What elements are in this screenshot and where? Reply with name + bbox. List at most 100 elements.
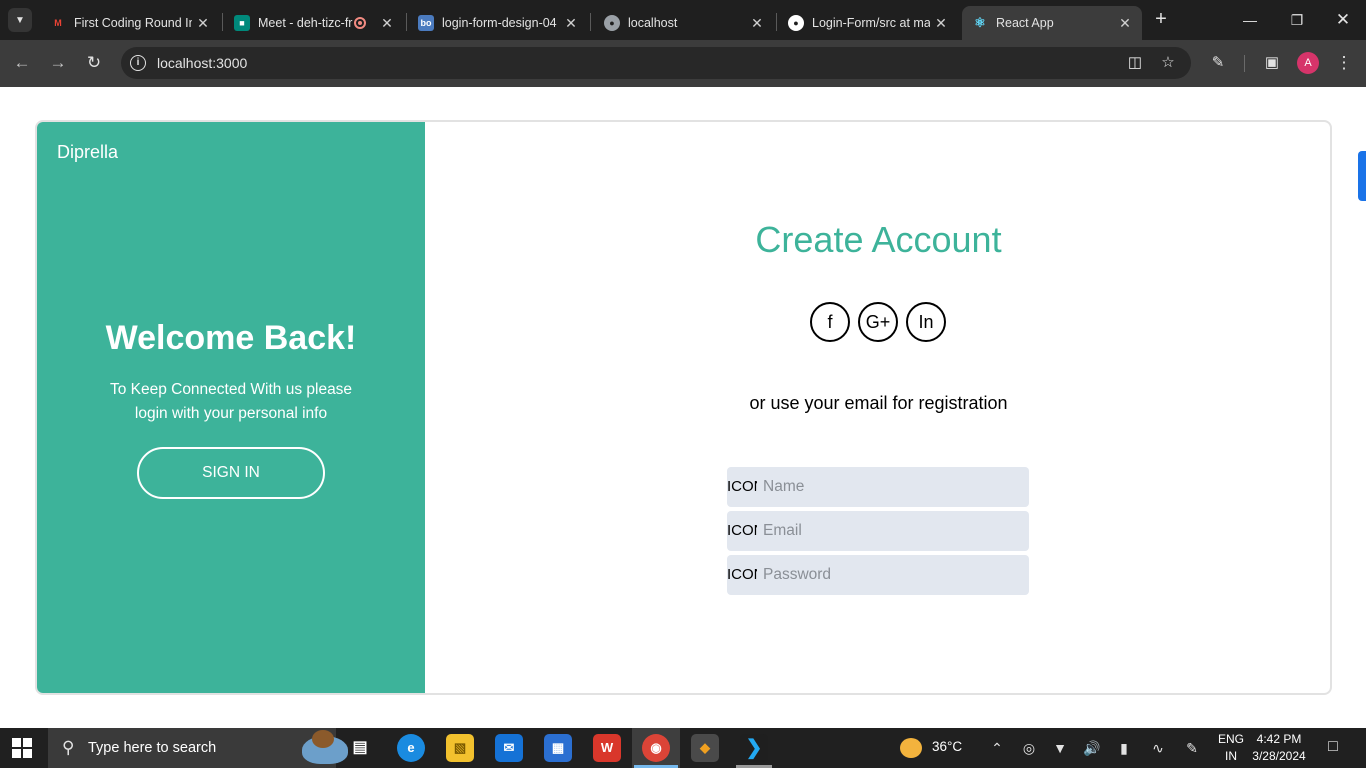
system-clock[interactable]: 4:42 PM 3/28/2024 xyxy=(1246,731,1312,765)
gmail-icon: M xyxy=(54,18,62,28)
language-indicator[interactable]: ENG IN xyxy=(1212,731,1250,765)
email-icon: ICON xyxy=(727,522,757,539)
new-tab-button[interactable]: + xyxy=(1150,8,1172,30)
auth-card: Diprella Welcome Back! To Keep Connected… xyxy=(35,120,1332,695)
browser-toolbar: ← → ↻ i localhost:3000 ◫ ☆ ✎ ▣ A ⋮ xyxy=(0,40,1366,87)
sign-in-button[interactable]: SIGN IN xyxy=(137,447,325,499)
windows-logo-icon xyxy=(12,749,21,758)
install-app-icon[interactable]: ◫ xyxy=(1125,53,1145,73)
back-button[interactable]: ← xyxy=(11,52,33,74)
brand-logo: Diprella xyxy=(57,142,119,162)
microphone-icon[interactable]: ▼ xyxy=(1051,739,1069,757)
bookmark-star-icon[interactable]: ☆ xyxy=(1158,53,1178,73)
tab-title: login-form-design-04 xyxy=(442,16,557,30)
site-info-icon[interactable]: i xyxy=(130,55,146,71)
tab-search-button[interactable]: ▼ xyxy=(8,8,32,32)
wps-office-icon[interactable]: W xyxy=(593,734,621,762)
close-icon[interactable]: ✕ xyxy=(376,15,398,32)
weather-sun-icon[interactable] xyxy=(900,738,922,758)
tab-localhost[interactable]: ● localhost ✕ xyxy=(594,6,774,40)
file-explorer-icon[interactable]: ▧ xyxy=(446,734,474,762)
chrome-icon[interactable]: ◉ xyxy=(642,734,670,762)
minimize-button[interactable]: — xyxy=(1235,8,1265,32)
password-field: ICON xyxy=(727,555,1029,595)
lock-icon: ICON xyxy=(727,566,757,583)
tab-gmail[interactable]: M First Coding Round In ✕ xyxy=(40,6,220,40)
taskbar-search[interactable]: ⚲ Type here to search xyxy=(48,728,348,768)
windows-logo-icon xyxy=(23,749,32,758)
password-input[interactable] xyxy=(763,555,1025,595)
store-icon[interactable]: ▦ xyxy=(544,734,572,762)
pen-icon[interactable]: ✎ xyxy=(1183,739,1201,757)
email-field: ICON xyxy=(727,511,1029,551)
close-window-button[interactable]: ✕ xyxy=(1328,8,1358,32)
search-placeholder: Type here to search xyxy=(88,740,217,756)
url-text[interactable]: localhost:3000 xyxy=(157,55,247,71)
chevron-down-icon: ▼ xyxy=(15,14,25,26)
windows-start-button[interactable] xyxy=(12,738,32,758)
reload-button[interactable]: ↻ xyxy=(83,52,105,74)
google-plus-icon[interactable]: G+ xyxy=(858,302,898,342)
address-bar[interactable]: i localhost:3000 ◫ ☆ xyxy=(121,47,1191,79)
tab-github[interactable]: ● Login-Form/src at ma ✕ xyxy=(778,6,958,40)
notification-icon[interactable]: □ xyxy=(1324,738,1342,756)
wifi-icon[interactable]: ∿ xyxy=(1149,739,1167,757)
tab-title: localhost xyxy=(628,16,678,30)
tab-title: Meet - deh-tizc-fr xyxy=(258,16,353,30)
close-icon[interactable]: ✕ xyxy=(930,15,952,32)
search-icon: ⚲ xyxy=(62,738,75,757)
tab-title: First Coding Round In xyxy=(74,16,192,30)
task-view-icon[interactable]: ▤ xyxy=(346,734,374,762)
side-panel-icon[interactable]: ▣ xyxy=(1261,52,1283,74)
tab-divider xyxy=(590,13,591,31)
plus-icon: + xyxy=(1155,8,1167,30)
region-code: IN xyxy=(1225,749,1237,763)
close-icon[interactable]: ✕ xyxy=(1114,15,1136,32)
create-account-heading: Create Account xyxy=(755,219,1002,260)
camera-icon[interactable]: ◎ xyxy=(1020,739,1038,757)
weather-temperature[interactable]: 36°C xyxy=(932,739,962,754)
meet-icon: ■ xyxy=(234,15,250,31)
welcome-subtext: To Keep Connected With us please login w… xyxy=(109,381,353,422)
restore-icon: ❐ xyxy=(1290,12,1304,28)
windows-logo-icon xyxy=(12,738,21,747)
profile-avatar[interactable]: A xyxy=(1297,52,1319,74)
git-client-icon[interactable]: ◆ xyxy=(691,734,719,762)
vscode-icon[interactable]: ❯ xyxy=(740,734,768,762)
welcome-heading: Welcome Back! xyxy=(105,319,357,357)
forward-button[interactable]: → xyxy=(47,52,69,74)
name-input[interactable] xyxy=(763,467,1025,507)
welcome-panel: Diprella Welcome Back! To Keep Connected… xyxy=(37,122,425,693)
menu-kebab-icon[interactable]: ⋮ xyxy=(1333,52,1355,74)
email-input[interactable] xyxy=(763,511,1025,551)
tab-login-form-design[interactable]: bo login-form-design-04 ✕ xyxy=(408,6,588,40)
facebook-icon[interactable]: f xyxy=(810,302,850,342)
mail-icon[interactable]: ✉ xyxy=(495,734,523,762)
globe-icon: ● xyxy=(604,15,620,31)
react-icon: ⚛ xyxy=(974,15,986,30)
side-panel-handle[interactable] xyxy=(1358,151,1366,201)
create-account-panel: Create Account f G+ In or use your email… xyxy=(425,122,1330,693)
close-icon[interactable]: ✕ xyxy=(560,15,582,32)
battery-icon[interactable]: ▮ xyxy=(1115,739,1133,757)
tab-divider xyxy=(406,13,407,31)
tab-divider xyxy=(222,13,223,31)
close-icon[interactable]: ✕ xyxy=(192,15,214,32)
chevron-up-icon[interactable]: ⌃ xyxy=(988,739,1006,757)
user-icon: ICON xyxy=(727,478,757,495)
name-field: ICO N xyxy=(727,467,1029,507)
edge-icon[interactable]: e xyxy=(397,734,425,762)
close-icon: ✕ xyxy=(1335,10,1351,29)
volume-icon[interactable]: 🔊 xyxy=(1083,739,1101,757)
recording-icon xyxy=(354,17,366,29)
clock-date: 3/28/2024 xyxy=(1252,749,1306,763)
linkedin-icon[interactable]: In xyxy=(906,302,946,342)
language-code: ENG xyxy=(1217,732,1244,746)
close-icon[interactable]: ✕ xyxy=(746,15,768,32)
extensions-icon[interactable]: ✎ xyxy=(1207,52,1229,74)
tab-meet[interactable]: ■ Meet - deh-tizc-fr ✕ xyxy=(224,6,404,40)
taskbar: ⚲ Type here to search ▤ e ▧ ✉ ▦ W ◉ ◆ ❯ … xyxy=(0,728,1366,768)
tab-react-app[interactable]: ⚛ React App ✕ xyxy=(962,6,1142,40)
restore-button[interactable]: ❐ xyxy=(1282,8,1312,32)
registration-hint: or use your email for registration xyxy=(749,393,1008,413)
